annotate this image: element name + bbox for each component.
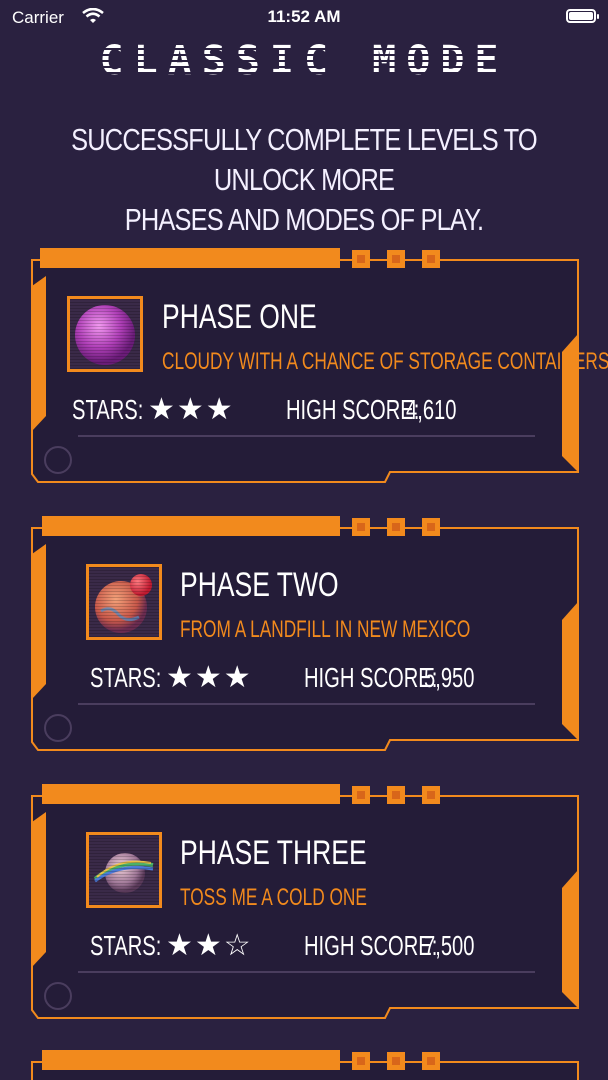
earth-planet-icon	[86, 564, 162, 640]
ringed-planet-icon	[86, 832, 162, 908]
high-score-label: HIGH SCORE:	[304, 662, 438, 693]
purple-planet-icon	[67, 296, 143, 372]
card-frame	[31, 1050, 579, 1080]
star-rating: ★★★	[148, 392, 235, 427]
high-score-label: HIGH SCORE:	[304, 930, 438, 961]
phase-tagline: FROM A LANDFILL IN NEW MEXICO	[180, 616, 471, 643]
high-score-value: 7,500	[424, 930, 475, 961]
phase-card-three[interactable]: PHASE THREE TOSS ME A COLD ONE STARS: ★★…	[30, 782, 580, 1022]
stars-label: STARS:	[90, 930, 162, 961]
battery-icon	[566, 9, 599, 23]
star-rating: ★★☆	[166, 928, 253, 963]
phase-name: PHASE ONE	[162, 298, 317, 336]
page-subtitle: SUCCESSFULLY COMPLETE LEVELS TO UNLOCK M…	[71, 120, 538, 240]
page-title: CLASSIC MODE	[0, 38, 608, 84]
stars-label: STARS:	[90, 662, 162, 693]
subtitle-line-2: PHASES AND MODES OF PLAY.	[124, 202, 484, 237]
phase-card-one[interactable]: PHASE ONE CLOUDY WITH A CHANCE OF STORAG…	[30, 246, 608, 486]
clock: 11:52 AM	[267, 7, 341, 26]
phase-name: PHASE TWO	[180, 566, 339, 604]
stars-label: STARS:	[72, 394, 144, 425]
high-score-value: 4,610	[406, 394, 457, 425]
phase-card-two[interactable]: PHASE TWO FROM A LANDFILL IN NEW MEXICO …	[30, 514, 580, 754]
phase-name: PHASE THREE	[180, 834, 367, 872]
high-score-label: HIGH SCORE:	[286, 394, 420, 425]
phase-card-four-partial[interactable]	[30, 1048, 580, 1080]
status-bar: Carrier 11:52 AM	[0, 0, 608, 34]
phase-tagline: CLOUDY WITH A CHANCE OF STORAGE CONTAINE…	[162, 348, 608, 375]
phase-tagline: TOSS ME A COLD ONE	[180, 884, 367, 911]
subtitle-line-1: SUCCESSFULLY COMPLETE LEVELS TO UNLOCK M…	[71, 122, 538, 197]
high-score-value: 5,950	[424, 662, 475, 693]
star-rating: ★★★	[166, 660, 253, 695]
